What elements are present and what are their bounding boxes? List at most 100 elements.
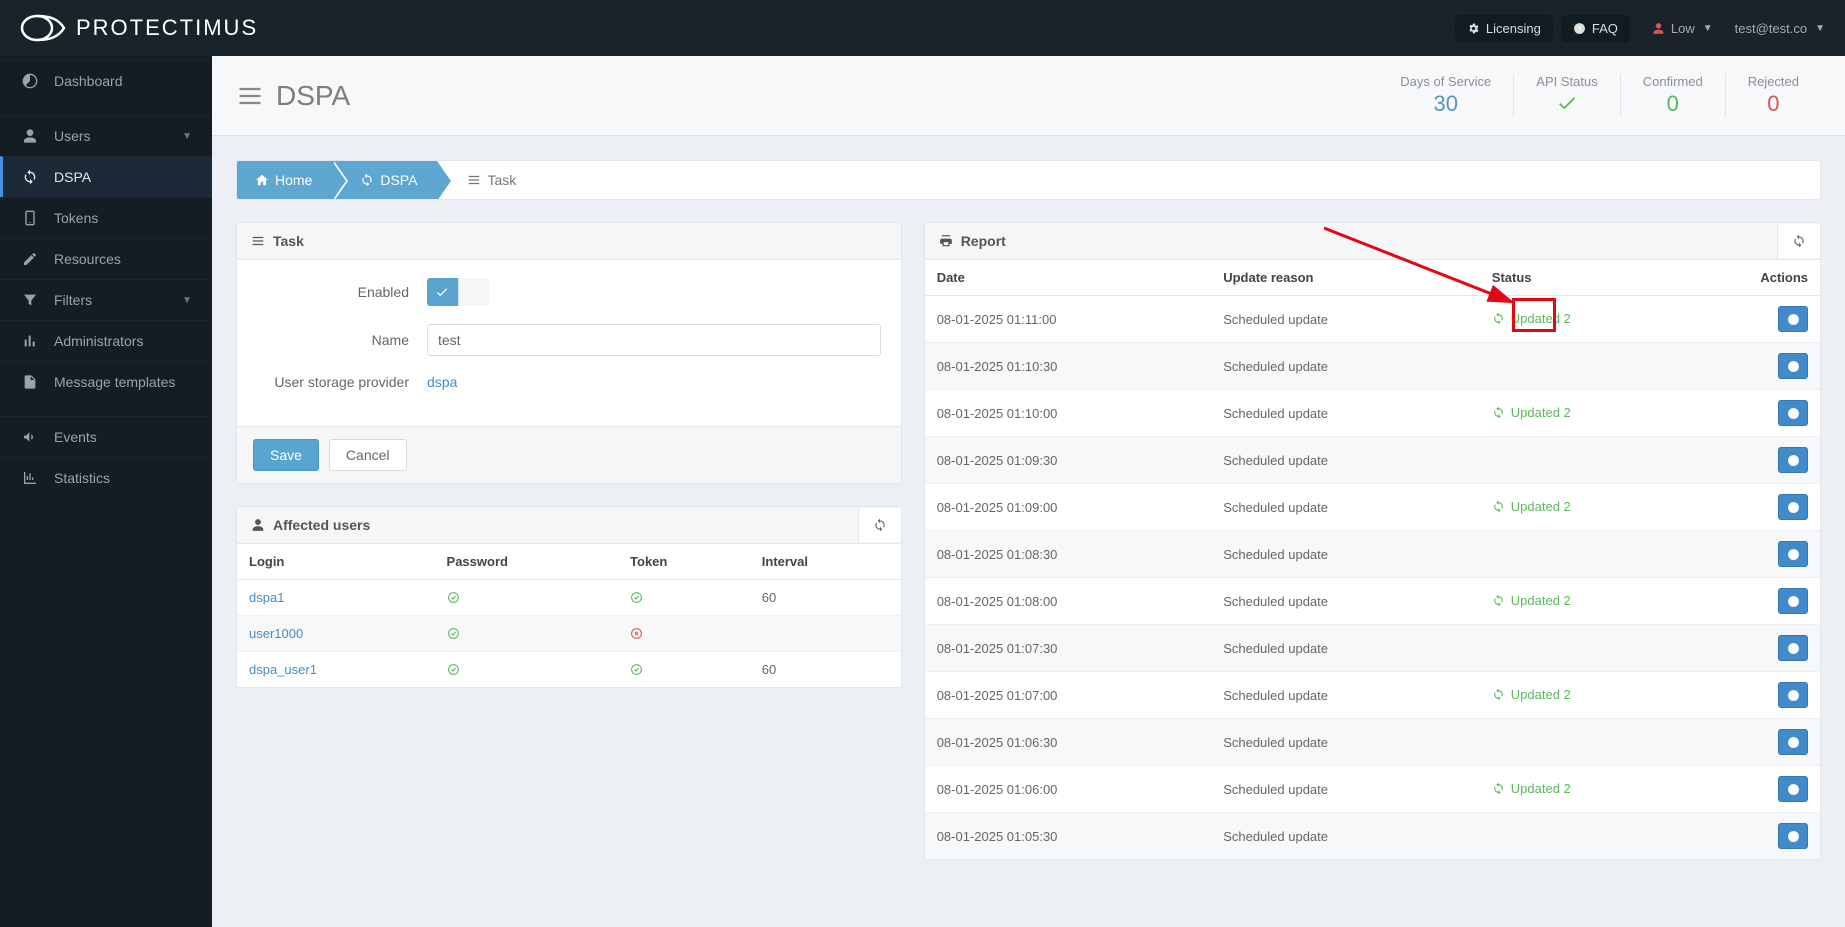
name-input[interactable] xyxy=(427,324,881,356)
usp-link[interactable]: dspa xyxy=(427,374,457,390)
reason-cell: Scheduled update xyxy=(1211,578,1480,625)
table-row: 08-01-2025 01:10:00Scheduled update Upda… xyxy=(925,390,1820,437)
sidebar-item-resources[interactable]: Resources xyxy=(0,238,212,279)
sync-icon xyxy=(1492,688,1505,701)
stat-confirmed-value: 0 xyxy=(1643,91,1703,117)
task-panel-title: Task xyxy=(273,233,304,249)
sidebar-item-events[interactable]: Events xyxy=(0,416,212,457)
date-cell: 08-01-2025 01:09:00 xyxy=(925,484,1212,531)
check-circle-icon xyxy=(630,662,643,677)
sidebar-item-tokens[interactable]: Tokens xyxy=(0,197,212,238)
dashboard-icon xyxy=(20,73,40,89)
affected-users-table: Login Password Token Interval dspa160use… xyxy=(237,544,901,687)
user-login-link[interactable]: dspa1 xyxy=(249,590,284,605)
sidebar-item-users[interactable]: Users▼ xyxy=(0,115,212,156)
sidebar-item-statistics[interactable]: Statistics xyxy=(0,457,212,498)
mobile-icon xyxy=(20,210,40,226)
caret-down-icon: ▼ xyxy=(1815,23,1825,34)
list-icon xyxy=(467,173,481,187)
info-button[interactable] xyxy=(1778,353,1808,379)
sidebar-item-message-templates[interactable]: Message templates xyxy=(0,361,212,402)
reason-cell: Scheduled update xyxy=(1211,625,1480,672)
gear-icon xyxy=(1467,22,1480,35)
table-row: 08-01-2025 01:06:00Scheduled update Upda… xyxy=(925,766,1820,813)
status-updated: Updated 2 xyxy=(1492,593,1571,608)
check-circle-icon xyxy=(630,590,643,605)
reason-cell: Scheduled update xyxy=(1211,437,1480,484)
affected-panel-title: Affected users xyxy=(273,517,370,533)
sidebar-item-administrators[interactable]: Administrators xyxy=(0,320,212,361)
caret-down-icon: ▼ xyxy=(1703,23,1713,34)
info-button[interactable] xyxy=(1778,776,1808,802)
question-icon xyxy=(1573,22,1586,35)
bars-icon xyxy=(20,333,40,349)
list-icon xyxy=(251,234,265,248)
check-icon xyxy=(435,285,449,299)
info-button[interactable] xyxy=(1778,823,1808,849)
info-button[interactable] xyxy=(1778,400,1808,426)
stat-rejected-label: Rejected xyxy=(1748,74,1799,89)
save-button[interactable]: Save xyxy=(253,439,319,471)
licensing-label: Licensing xyxy=(1486,21,1541,36)
sidebar-item-label: Events xyxy=(54,429,97,445)
info-icon xyxy=(1787,642,1800,655)
sync-icon xyxy=(360,173,374,187)
col-interval: Interval xyxy=(750,544,901,580)
account-menu[interactable]: test@test.co ▼ xyxy=(1735,21,1825,36)
info-button[interactable] xyxy=(1778,447,1808,473)
user-login-link[interactable]: user1000 xyxy=(249,626,303,641)
table-row: 08-01-2025 01:07:30Scheduled update xyxy=(925,625,1820,672)
affected-users-panel: Affected users Login Password Token xyxy=(236,506,902,688)
header-stats: Days of Service 30 API Status Confirmed … xyxy=(1378,74,1821,117)
date-cell: 08-01-2025 01:06:30 xyxy=(925,719,1212,766)
info-button[interactable] xyxy=(1778,588,1808,614)
licensing-button[interactable]: Licensing xyxy=(1455,15,1553,42)
user-login-link[interactable]: dspa_user1 xyxy=(249,662,317,677)
reason-cell: Scheduled update xyxy=(1211,343,1480,390)
sidebar-item-label: DSPA xyxy=(54,169,91,185)
stat-days-label: Days of Service xyxy=(1400,74,1491,89)
reason-cell: Scheduled update xyxy=(1211,813,1480,860)
report-panel-title: Report xyxy=(961,233,1006,249)
check-circle-icon xyxy=(447,590,460,605)
breadcrumb-home[interactable]: Home xyxy=(237,161,332,199)
sidebar: DashboardUsers▼DSPATokensResourcesFilter… xyxy=(0,56,212,927)
cancel-button[interactable]: Cancel xyxy=(329,439,407,471)
faq-button[interactable]: FAQ xyxy=(1561,15,1630,42)
table-row: 08-01-2025 01:09:00Scheduled update Upda… xyxy=(925,484,1820,531)
reason-cell: Scheduled update xyxy=(1211,531,1480,578)
col-reason: Update reason xyxy=(1211,260,1480,296)
info-button[interactable] xyxy=(1778,635,1808,661)
sidebar-item-filters[interactable]: Filters▼ xyxy=(0,279,212,320)
table-row: dspa_user160 xyxy=(237,652,901,688)
info-button[interactable] xyxy=(1778,494,1808,520)
print-icon xyxy=(939,234,953,248)
alert-level-menu[interactable]: Low ▼ xyxy=(1652,21,1713,36)
check-circle-icon xyxy=(447,626,460,641)
reason-cell: Scheduled update xyxy=(1211,672,1480,719)
info-button[interactable] xyxy=(1778,541,1808,567)
sidebar-item-label: Filters xyxy=(54,292,92,308)
brand-logo[interactable]: PROTECTIMUS xyxy=(20,13,258,43)
info-icon xyxy=(1787,736,1800,749)
col-token: Token xyxy=(618,544,750,580)
breadcrumb-home-label: Home xyxy=(275,172,312,188)
account-email: test@test.co xyxy=(1735,21,1807,36)
info-button[interactable] xyxy=(1778,682,1808,708)
col-login: Login xyxy=(237,544,435,580)
sidebar-item-dspa[interactable]: DSPA xyxy=(0,156,212,197)
list-icon xyxy=(236,82,264,110)
report-refresh-button[interactable] xyxy=(1777,224,1820,258)
info-button[interactable] xyxy=(1778,306,1808,332)
info-icon xyxy=(1787,548,1800,561)
user-icon xyxy=(251,518,265,532)
check-circle-icon xyxy=(447,662,460,677)
sidebar-item-dashboard[interactable]: Dashboard xyxy=(0,60,212,101)
date-cell: 08-01-2025 01:10:30 xyxy=(925,343,1212,390)
interval-cell: 60 xyxy=(750,580,901,616)
status-updated: Updated 2 xyxy=(1492,311,1571,326)
sync-icon xyxy=(1492,782,1505,795)
affected-refresh-button[interactable] xyxy=(858,508,901,542)
info-button[interactable] xyxy=(1778,729,1808,755)
enabled-toggle[interactable] xyxy=(427,278,489,306)
